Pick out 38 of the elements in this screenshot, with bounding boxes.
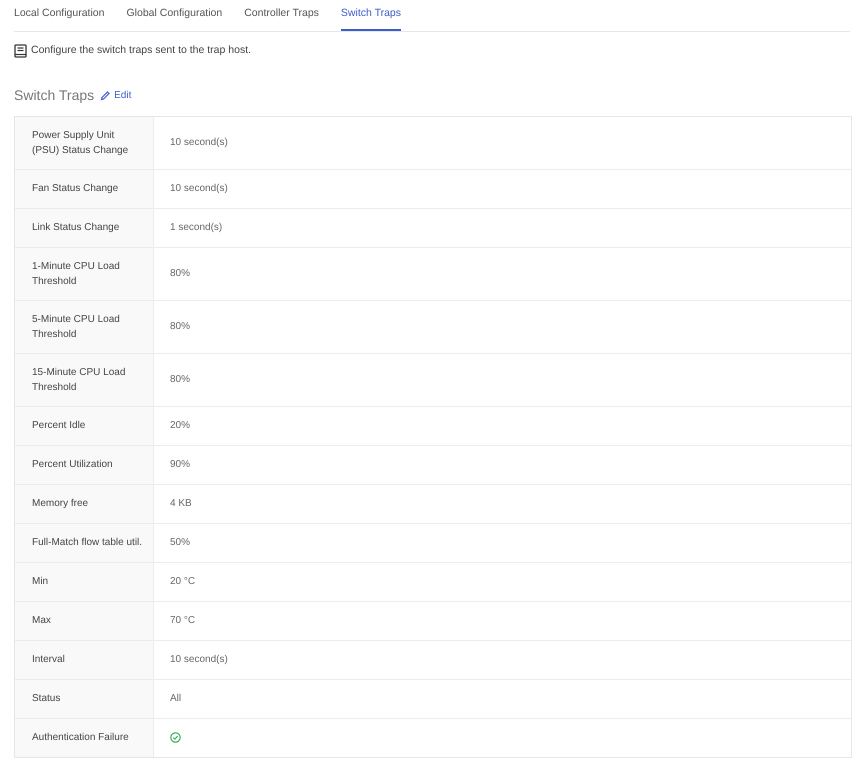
field-value: 80% [170, 267, 190, 282]
field-label: 15-Minute CPU Load Threshold [32, 366, 126, 395]
field-label: 5-Minute CPU Load Threshold [32, 312, 121, 342]
edit-link[interactable]: Edit [100, 88, 132, 103]
field-label: Min [32, 575, 48, 590]
field-value: 80% [170, 320, 190, 334]
field-label: Memory free [32, 497, 88, 512]
field-label: Power Supply Unit (PSU) Status Change [32, 128, 130, 158]
field-value: 20 °C [170, 575, 196, 590]
field-value: 80% [170, 373, 190, 388]
book-icon [14, 44, 27, 58]
field-value: 70 °C [170, 614, 196, 628]
field-value: 10 second(s) [170, 653, 228, 668]
field-label: Fan Status Change [32, 182, 118, 196]
field-label: 1-Minute CPU Load Threshold [32, 260, 121, 289]
field-value: 90% [170, 458, 190, 472]
field-value: 4 KB [170, 497, 192, 512]
tab[interactable]: Switch Traps [340, 0, 402, 31]
tab[interactable]: Local Configuration [14, 0, 104, 31]
field-label: Percent Utilization [32, 458, 113, 472]
field-label: Max [32, 614, 51, 628]
field-value: 10 second(s) [170, 182, 228, 196]
field-label: Interval [32, 653, 65, 668]
field-value: All [170, 692, 182, 706]
field-label: Link Status Change [32, 221, 120, 236]
field-label: Full-Match flow table util. [32, 536, 142, 550]
field-label: Percent Idle [32, 419, 86, 434]
field-label: Authentication Failure [32, 731, 129, 746]
pencil-icon [100, 90, 112, 101]
field-value: 20% [170, 419, 190, 434]
field-value: 50% [170, 536, 190, 550]
field-value: 1 second(s) [170, 221, 222, 236]
field-label: Status [32, 692, 60, 706]
section-title: Switch Traps [14, 86, 94, 105]
tab[interactable]: Global Configuration [126, 0, 222, 31]
field-value: 10 second(s) [170, 136, 228, 150]
tab[interactable]: Controller Traps [244, 0, 319, 31]
description-text: Configure the switch traps sent to the trap host. [31, 43, 252, 58]
